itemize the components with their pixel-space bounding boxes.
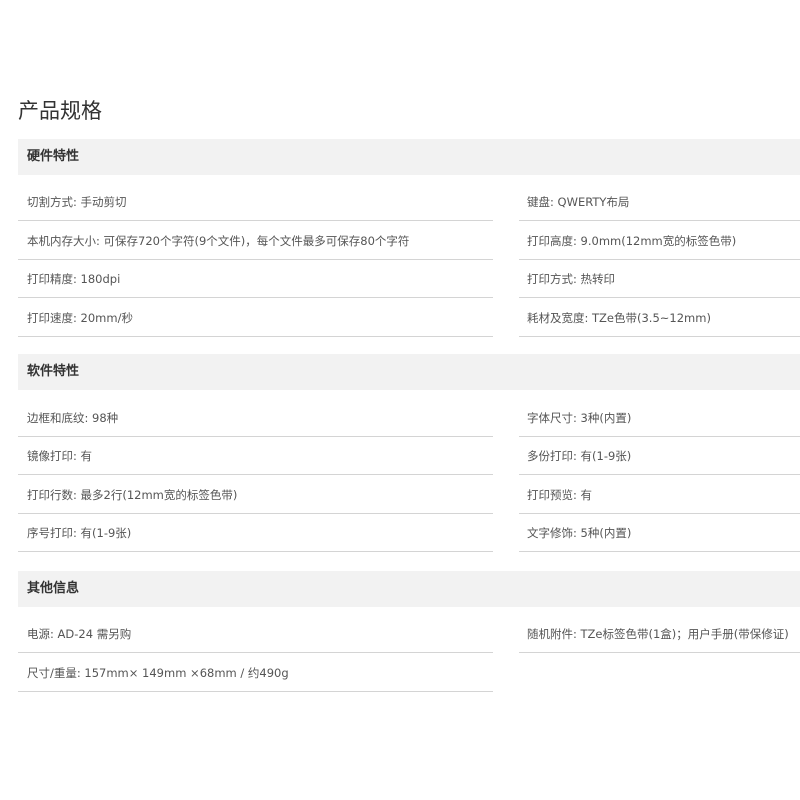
spec-text: 打印速度: 20mm/秒 xyxy=(27,311,133,325)
spec-text: 键盘: QWERTY布局 xyxy=(527,195,630,209)
spec-text: 字体尺寸: 3种(内置) xyxy=(527,411,632,425)
spec-text: 打印方式: 热转印 xyxy=(527,272,616,286)
spec-mirror-print: 镜像打印: 有 xyxy=(18,437,493,475)
spec-cut-method: 切割方式: 手动剪切 xyxy=(18,183,493,221)
section-title: 其他信息 xyxy=(27,581,80,596)
spec-memory: 本机内存大小: 可保存720个字符(9个文件)，每个文件最多可保存80个字符 xyxy=(18,222,493,260)
spec-print-resolution: 打印精度: 180dpi xyxy=(18,260,493,298)
spec-text: 随机附件: TZe标签色带(1盒)；用户手册(带保修证) xyxy=(527,627,789,641)
spec-accessories: 随机附件: TZe标签色带(1盒)；用户手册(带保修证) xyxy=(519,615,800,653)
spec-print-height: 打印高度: 9.0mm(12mm宽的标签色带) xyxy=(519,222,800,260)
spec-text: 打印预览: 有 xyxy=(527,488,593,502)
spec-text: 打印精度: 180dpi xyxy=(27,272,121,286)
spec-print-method: 打印方式: 热转印 xyxy=(519,260,800,298)
section-title: 硬件特性 xyxy=(27,149,80,164)
spec-text: 多份打印: 有(1-9张) xyxy=(527,449,632,463)
spec-text: 序号打印: 有(1-9张) xyxy=(27,526,132,540)
section-header-hardware: 硬件特性 xyxy=(18,139,800,175)
spec-serial-print: 序号打印: 有(1-9张) xyxy=(18,514,493,552)
spec-keyboard: 键盘: QWERTY布局 xyxy=(519,183,800,221)
spec-consumables: 耗材及宽度: TZe色带(3.5~12mm) xyxy=(519,299,800,337)
spec-text: 打印高度: 9.0mm(12mm宽的标签色带) xyxy=(527,234,737,248)
spec-print-lines: 打印行数: 最多2行(12mm宽的标签色带) xyxy=(18,476,493,514)
section-header-software: 软件特性 xyxy=(18,354,800,390)
spec-print-speed: 打印速度: 20mm/秒 xyxy=(18,299,493,337)
spec-text: 文字修饰: 5种(内置) xyxy=(527,526,632,540)
spec-text: 边框和底纹: 98种 xyxy=(27,411,119,425)
spec-power: 电源: AD-24 需另购 xyxy=(18,615,493,653)
spec-text-decoration: 文字修饰: 5种(内置) xyxy=(519,514,800,552)
section-header-other: 其他信息 xyxy=(18,571,800,607)
spec-size-weight: 尺寸/重量: 157mm× 149mm ×68mm / 约490g xyxy=(18,654,493,692)
spec-text: 尺寸/重量: 157mm× 149mm ×68mm / 约490g xyxy=(27,666,289,680)
spec-text: 切割方式: 手动剪切 xyxy=(27,195,127,209)
section-title: 软件特性 xyxy=(27,364,80,379)
spec-print-preview: 打印预览: 有 xyxy=(519,476,800,514)
spec-borders: 边框和底纹: 98种 xyxy=(18,399,493,437)
spec-multi-copy: 多份打印: 有(1-9张) xyxy=(519,437,800,475)
spec-text: 镜像打印: 有 xyxy=(27,449,93,463)
spec-text: 本机内存大小: 可保存720个字符(9个文件)，每个文件最多可保存80个字符 xyxy=(27,234,410,248)
spec-text: 电源: AD-24 需另购 xyxy=(27,627,132,641)
page-title: 产品规格 xyxy=(18,99,102,123)
spec-text: 耗材及宽度: TZe色带(3.5~12mm) xyxy=(527,311,711,325)
spec-text: 打印行数: 最多2行(12mm宽的标签色带) xyxy=(27,488,238,502)
spec-font-sizes: 字体尺寸: 3种(内置) xyxy=(519,399,800,437)
